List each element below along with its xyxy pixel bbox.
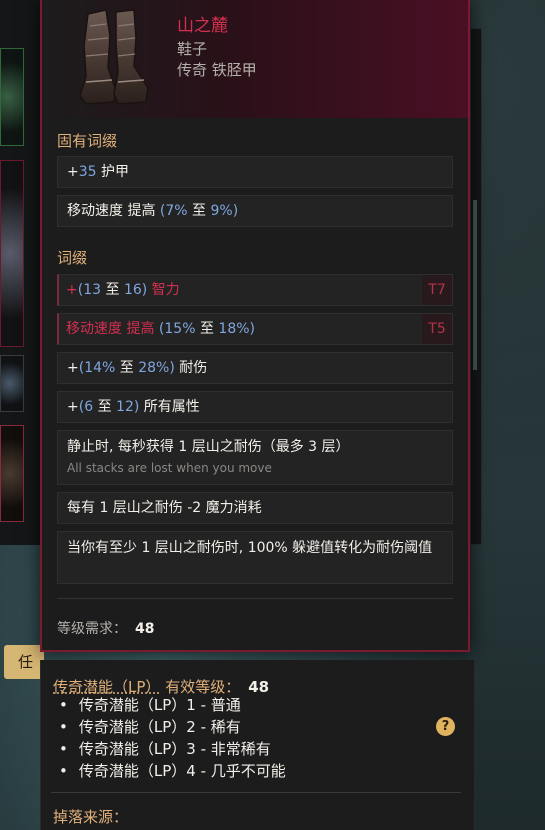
divider [57,598,453,599]
item-rarity-base: 传奇 铁胫甲 [177,61,257,79]
equipment-slot-weapon[interactable] [0,48,24,146]
partial-button[interactable]: 任 [4,645,44,679]
scrollbar[interactable] [473,200,477,370]
item-name: 山之麓 [177,16,228,36]
affix-stack-subtext: All stacks are lost when you move [67,461,272,475]
drop-source-title: 掉落来源： [53,808,129,826]
divider [51,792,461,793]
affixes-title: 词缀 [57,249,88,267]
implicit-title: 固有词缀 [57,132,118,150]
affix-stack-gain: 静止时, 每秒获得 1 层山之耐伤（最多 3 层） All stacks are… [57,430,453,485]
list-item: 传奇潜能（LP）3 - 非常稀有 [59,738,286,760]
item-header: 山之麓 鞋子 传奇 铁胫甲 [42,0,468,118]
equipment-slot-boots[interactable] [0,425,24,522]
list-item: 传奇潜能（LP）2 - 稀有 [59,716,286,738]
affix-mana-cost: 每有 1 层山之耐伤 -2 魔力消耗 [57,492,453,524]
affix-all-attributes: +(6 至 12) 所有属性 [57,391,453,423]
item-tooltip: 山之麓 鞋子 传奇 铁胫甲 固有词缀 +35 护甲 移动速度 提高 (7% 至 … [40,0,470,652]
help-icon[interactable]: ? [436,717,455,736]
tier-badge: T7 [422,275,452,305]
affix-dodge-conversion: 当你有至少 1 层山之耐伤时, 100% 躲避值转化为耐伤阈值 [57,531,453,584]
list-item: 传奇潜能（LP）4 - 几乎不可能 [59,760,286,782]
affix-movespeed: 移动速度 提高 (15% 至 18%) T5 [57,313,453,345]
boots-icon [79,9,149,105]
implicit-armor: +35 护甲 [57,156,453,188]
list-item: 传奇潜能（LP）1 - 普通 [59,694,286,716]
tier-badge: T5 [422,314,452,344]
lp-tier-list: 传奇潜能（LP）1 - 普通 传奇潜能（LP）2 - 稀有 传奇潜能（LP）3 … [59,694,286,782]
partial-button-label: 任 [18,653,34,671]
level-requirement: 等级需求： 48 [57,621,155,637]
affix-endurance: +(14% 至 28%) 耐伤 [57,352,453,384]
affix-stack-text: 静止时, 每秒获得 1 层山之耐伤（最多 3 层） [67,439,350,455]
implicit-movespeed: 移动速度 提高 (7% 至 9%) [57,195,453,227]
equipment-slot-amulet[interactable] [0,355,24,412]
legendary-info-panel: 传奇潜能（LP） 有效等级：48 传奇潜能（LP）1 - 普通 传奇潜能（LP）… [40,660,475,830]
affix-intelligence: +(13 至 16) 智力 T7 [57,274,453,306]
equipment-slot-body[interactable] [0,160,24,347]
item-type: 鞋子 [177,40,208,58]
